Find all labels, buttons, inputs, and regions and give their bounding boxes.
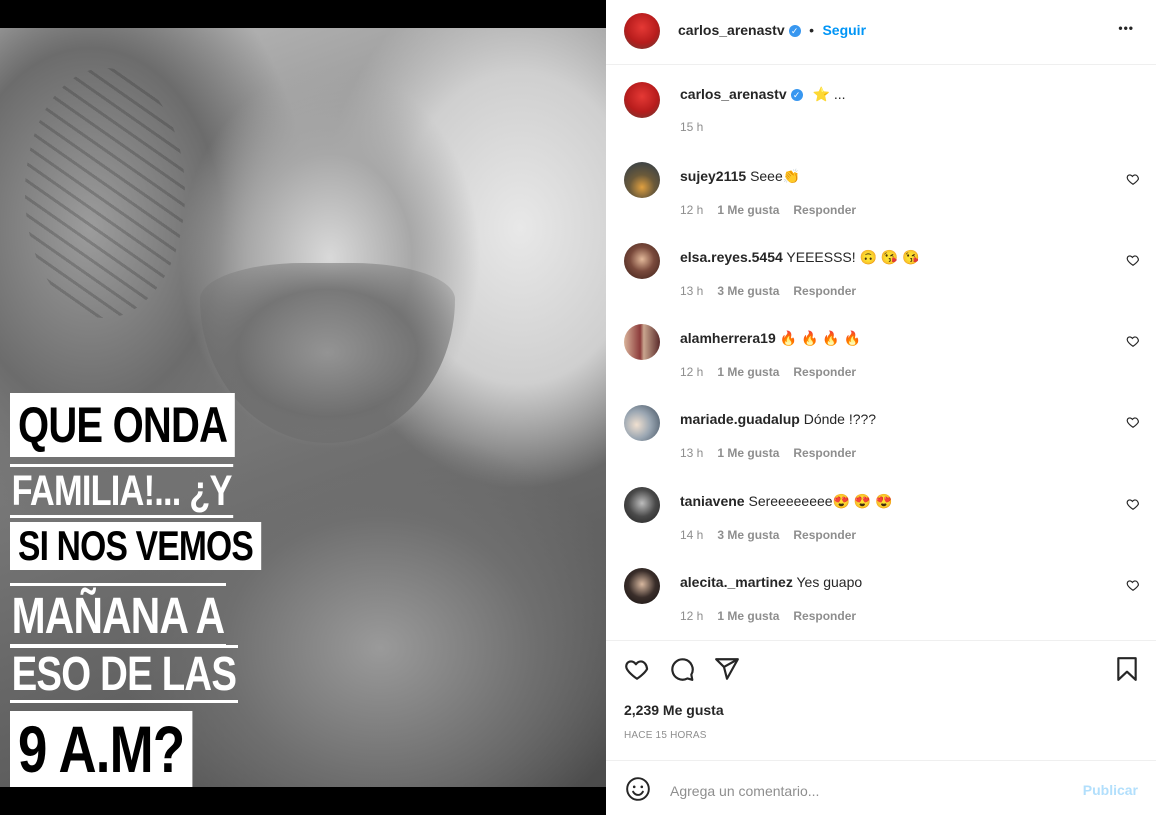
owner-caption: carlos_arenastv ✓ ⭐ ... 15 h [606, 80, 1156, 140]
comment-avatar[interactable] [624, 568, 660, 604]
comment-heart-icon[interactable] [1126, 172, 1140, 186]
post-photo[interactable]: QUE ONDA FAMILIA!... ¿Y SI NOS VEMOS MAÑ… [0, 28, 606, 787]
heart-icon[interactable] [624, 656, 650, 682]
caption-line-6: 9 A.M? [10, 711, 193, 787]
owner-avatar[interactable] [624, 82, 660, 118]
comment-text: Yes guapo [796, 574, 863, 590]
comment-item: alecita._martinez Yes guapo 12 h 1 Me gus… [606, 568, 1156, 648]
comment-avatar[interactable] [624, 162, 660, 198]
comment-icon[interactable] [669, 656, 695, 682]
verified-badge-icon: ✓ [788, 25, 801, 37]
header-separator: • [809, 22, 814, 38]
comment-username[interactable]: taniavene [680, 493, 745, 509]
comment-heart-icon[interactable] [1126, 578, 1140, 592]
more-options-icon[interactable]: ••• [1118, 21, 1134, 35]
comment-time[interactable]: 14 h [680, 528, 703, 542]
reply-button[interactable]: Responder [793, 365, 856, 379]
comment-text: Seee👏 [750, 168, 801, 184]
comment-username[interactable]: alamherrera19 [680, 330, 776, 346]
comment-item: alamherrera19 🔥 🔥 🔥 🔥 12 h 1 Me gusta Resp… [606, 324, 1156, 404]
bookmark-icon[interactable] [1114, 656, 1140, 682]
comment-time[interactable]: 13 h [680, 284, 703, 298]
owner-username[interactable]: carlos_arenastv [680, 86, 787, 102]
caption-line-1: QUE ONDA [10, 393, 236, 457]
comment-likes[interactable]: 3 Me gusta [717, 284, 779, 298]
comment-avatar[interactable] [624, 324, 660, 360]
reply-button[interactable]: Responder [793, 203, 856, 217]
caption-line-5: ESO DE LAS [10, 645, 238, 703]
caption-line-2: FAMILIA!... ¿Y [10, 464, 234, 518]
paper-plane-icon[interactable] [714, 656, 740, 682]
comment-avatar[interactable] [624, 243, 660, 279]
comment-item: elsa.reyes.5454 YEEESSS! 🙃 😘 😘 13 h 3 Me … [606, 243, 1156, 323]
comment-heart-icon[interactable] [1126, 497, 1140, 511]
comment-time[interactable]: 13 h [680, 446, 703, 460]
comment-avatar[interactable] [624, 487, 660, 523]
comment-text: YEEESSS! 🙃 😘 😘 [786, 249, 920, 265]
comment-box-divider [606, 760, 1156, 761]
publish-button[interactable]: Publicar [1083, 782, 1138, 798]
comment-heart-icon[interactable] [1126, 334, 1140, 348]
comment-time[interactable]: 12 h [680, 203, 703, 217]
post-header: carlos_arenastv ✓ • Seguir ••• [606, 0, 1156, 65]
comment-likes[interactable]: 1 Me gusta [717, 203, 779, 217]
follow-button[interactable]: Seguir [822, 22, 866, 38]
comment-input[interactable] [668, 778, 1062, 804]
comment-likes[interactable]: 1 Me gusta [717, 446, 779, 460]
verified-badge-icon: ✓ [790, 89, 803, 101]
comment-username[interactable]: sujey2115 [680, 168, 746, 184]
comment-username[interactable]: elsa.reyes.5454 [680, 249, 783, 265]
comment-time[interactable]: 12 h [680, 609, 703, 623]
likes-count[interactable]: 2,239 Me gusta [624, 702, 724, 718]
comment-avatar[interactable] [624, 405, 660, 441]
smiley-icon[interactable] [625, 776, 651, 802]
owner-caption-text: ⭐ ... [812, 86, 846, 102]
reply-button[interactable]: Responder [793, 528, 856, 542]
comment-time[interactable]: 12 h [680, 365, 703, 379]
comment-text: Dónde !??? [803, 411, 877, 427]
caption-line-3: SI NOS VEMOS [10, 522, 261, 570]
post-details-panel: carlos_arenastv ✓ • Seguir ••• carlos_are… [606, 0, 1156, 815]
comment-heart-icon[interactable] [1126, 415, 1140, 429]
comment-username[interactable]: mariade.guadalup [680, 411, 800, 427]
reply-button[interactable]: Responder [793, 284, 856, 298]
actions-divider [606, 640, 1156, 641]
author-avatar[interactable] [624, 13, 660, 49]
author-username[interactable]: carlos_arenastv [678, 22, 785, 38]
owner-caption-time[interactable]: 15 h [680, 120, 703, 134]
comment-text: Sereeeeeeee😍 😍 😍 [748, 493, 893, 509]
caption-line-4: MAÑANA A [10, 583, 226, 647]
comment-item: taniavene Sereeeeeeee😍 😍 😍 14 h 3 Me gust… [606, 487, 1156, 567]
comment-username[interactable]: alecita._martinez [680, 574, 793, 590]
reply-button[interactable]: Responder [793, 446, 856, 460]
photo-tattoo-detail [25, 68, 185, 318]
post-media[interactable]: QUE ONDA FAMILIA!... ¿Y SI NOS VEMOS MAÑ… [0, 0, 606, 815]
comment-likes[interactable]: 1 Me gusta [717, 365, 779, 379]
comment-heart-icon[interactable] [1126, 253, 1140, 267]
reply-button[interactable]: Responder [793, 609, 856, 623]
comment-likes[interactable]: 1 Me gusta [717, 609, 779, 623]
post-time-ago[interactable]: HACE 15 HORAS [624, 730, 707, 741]
comment-likes[interactable]: 3 Me gusta [717, 528, 779, 542]
photo-face-detail [200, 263, 455, 443]
comment-text: 🔥 🔥 🔥 🔥 [779, 330, 862, 346]
comment-item: sujey2115 Seee👏 12 h 1 Me gusta Responder [606, 162, 1156, 242]
comment-item: mariade.guadalup Dónde !??? 13 h 1 Me gus… [606, 405, 1156, 485]
